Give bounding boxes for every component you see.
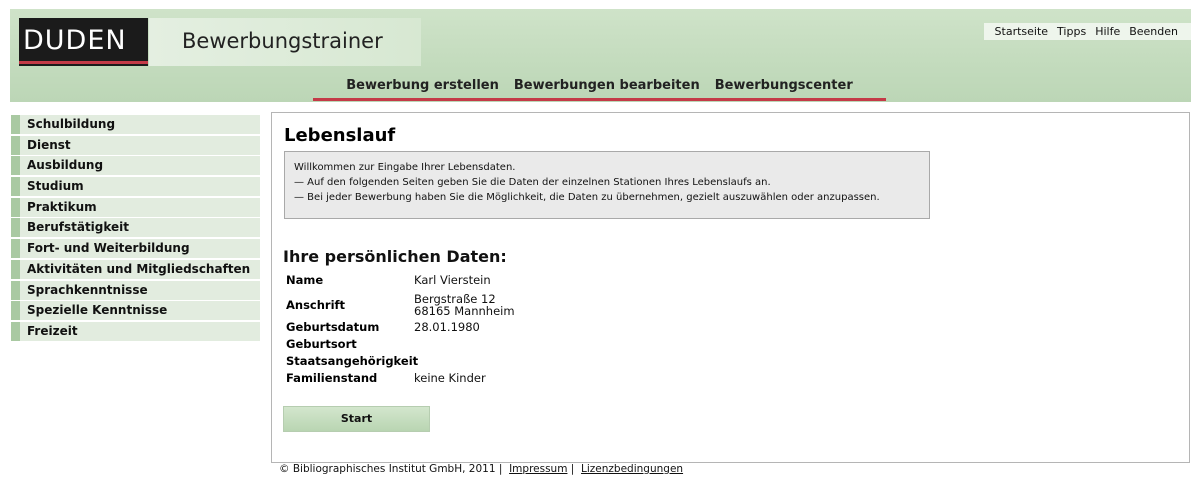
section-title: Ihre persönlichen Daten: <box>283 247 507 266</box>
birthplace-label: Geburtsort <box>286 337 357 351</box>
sidebar-item-aktivitaeten[interactable]: Aktivitäten und Mitgliedschaften <box>11 259 260 279</box>
status-label: Familienstand <box>286 371 378 385</box>
nationality-label: Staatsangehörigkeit <box>286 354 419 368</box>
info-box: Willkommen zur Eingabe Ihrer Lebensdaten… <box>284 151 930 219</box>
status-value: keine Kinder <box>414 371 486 385</box>
address-line-2: 68165 Mannheim <box>414 304 515 318</box>
sidebar-item-dienst[interactable]: Dienst <box>11 135 260 155</box>
sidebar-item-ausbildung[interactable]: Ausbildung <box>11 156 260 176</box>
name-value: Karl Vierstein <box>414 273 491 287</box>
start-button[interactable]: Start <box>283 406 430 432</box>
sidebar-item-schulbildung[interactable]: Schulbildung <box>11 115 260 134</box>
header: DUDEN Bewerbungstrainer Startseite Tipps… <box>10 9 1191 102</box>
footer: © Bibliographisches Institut GmbH, 2011 … <box>279 463 683 475</box>
address-value: Bergstraße 12 68165 Mannheim <box>414 293 515 317</box>
sidebar: Schulbildung Dienst Ausbildung Studium P… <box>11 115 260 343</box>
top-navigation: Startseite Tipps Hilfe Beenden <box>984 23 1191 40</box>
copyright-text: © Bibliographisches Institut GmbH, 2011 … <box>279 463 503 475</box>
app-title-box: Bewerbungstrainer <box>149 18 421 66</box>
main-nav-underline <box>313 98 886 101</box>
duden-logo[interactable]: DUDEN <box>19 18 148 66</box>
sidebar-item-freizeit[interactable]: Freizeit <box>11 321 260 341</box>
sidebar-item-spezielle-kenntnisse[interactable]: Spezielle Kenntnisse <box>11 301 260 321</box>
row-address: Anschrift Bergstraße 12 68165 Mannheim <box>286 290 515 320</box>
top-link-startseite[interactable]: Startseite <box>995 23 1049 40</box>
impressum-link[interactable]: Impressum <box>509 463 567 475</box>
info-line: — Auf den folgenden Seiten geben Sie die… <box>294 177 771 188</box>
sidebar-item-praktikum[interactable]: Praktikum <box>11 197 260 217</box>
license-link[interactable]: Lizenzbedingungen <box>581 463 683 475</box>
personal-data-table: Name Karl Vierstein Anschrift Bergstraße… <box>286 273 515 388</box>
row-birthplace: Geburtsort <box>286 337 515 354</box>
app-title: Bewerbungstrainer <box>182 29 383 53</box>
row-nationality: Staatsangehörigkeit <box>286 354 515 371</box>
footer-separator: | <box>570 463 575 475</box>
name-label: Name <box>286 273 324 287</box>
row-birthdate: Geburtsdatum 28.01.1980 <box>286 320 515 337</box>
sidebar-item-fortbildung[interactable]: Fort- und Weiterbildung <box>11 239 260 259</box>
main-content: Lebenslauf Willkommen zur Eingabe Ihrer … <box>271 112 1190 463</box>
birthdate-label: Geburtsdatum <box>286 320 380 334</box>
sidebar-item-studium[interactable]: Studium <box>11 177 260 197</box>
top-link-beenden[interactable]: Beenden <box>1129 23 1178 40</box>
top-link-hilfe[interactable]: Hilfe <box>1095 23 1120 40</box>
info-line: — Bei jeder Bewerbung haben Sie die Mögl… <box>294 192 880 203</box>
row-name: Name Karl Vierstein <box>286 273 515 290</box>
sidebar-item-sprachkenntnisse[interactable]: Sprachkenntnisse <box>11 280 260 300</box>
logo-text: DUDEN <box>23 25 127 56</box>
birthdate-value: 28.01.1980 <box>414 320 480 334</box>
address-label: Anschrift <box>286 298 346 312</box>
top-link-tipps[interactable]: Tipps <box>1057 23 1086 40</box>
logo-underline <box>19 61 148 64</box>
row-status: Familienstand keine Kinder <box>286 371 515 388</box>
info-line: Willkommen zur Eingabe Ihrer Lebensdaten… <box>294 162 516 173</box>
sidebar-item-berufstaetigkeit[interactable]: Berufstätigkeit <box>11 218 260 238</box>
page-title: Lebenslauf <box>284 125 396 146</box>
